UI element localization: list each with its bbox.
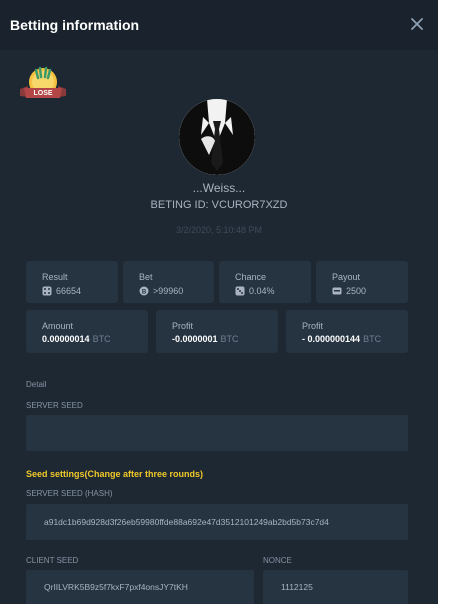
chance-value: 0.04% <box>249 286 275 296</box>
server-seed-hash-value: a91dc1b69d928d3f26eb59980ffde88a692e47d3… <box>44 517 329 527</box>
suit-avatar-icon <box>179 99 255 175</box>
amount-card: Amount 0.00000014 BTC <box>26 310 148 353</box>
nonce-field[interactable]: 1112125 <box>263 570 408 604</box>
bet-value: >99960 <box>153 286 184 296</box>
svg-text:B: B <box>142 290 147 296</box>
betting-info-modal: Betting information LOSE ...Weiss... BET… <box>0 0 438 604</box>
bet-value-row: B >99960 <box>139 286 183 296</box>
bet-label: Bet <box>139 272 153 282</box>
server-seed-field[interactable] <box>26 415 408 451</box>
server-seed-hash-field[interactable]: a91dc1b69d928d3f26eb59980ffde88a692e47d3… <box>26 504 408 540</box>
detail-label: Detail <box>26 380 47 389</box>
bet-timestamp: 3/2/2020, 5:10:48 PM <box>175 225 263 235</box>
coin-icon: B <box>139 286 149 296</box>
profit-value-row: -0.0000001 BTC <box>172 334 239 344</box>
payout-label: Payout <box>332 272 361 282</box>
result-label: Result <box>42 272 68 282</box>
client-seed-label: CLIENT SEED <box>26 556 79 565</box>
badge-label: LOSE <box>33 90 52 97</box>
amount-unit: BTC <box>92 334 111 344</box>
payout-value: 2500 <box>346 286 367 296</box>
client-seed-field[interactable]: QrIILVRK5B9z5f7kxF7pxf4onsJY7tKH <box>26 570 254 604</box>
page-margin-right <box>438 0 450 610</box>
nonce-label: NONCE <box>263 556 292 565</box>
profit-card: Profit -0.0000001 BTC <box>156 310 278 353</box>
result-value-row: 66654 <box>42 286 81 296</box>
chance-value-row: 0.04% <box>235 286 275 296</box>
modal-title: Betting information <box>10 17 140 33</box>
seed-settings-label: Seed settings(Change after three rounds) <box>26 469 204 479</box>
profit-total-value-row: - 0.000000144 BTC <box>302 334 381 344</box>
payout-icon <box>332 287 342 295</box>
modal-header: Betting information <box>0 0 438 50</box>
profit-value: -0.0000001 <box>172 334 218 344</box>
amount-value-row: 0.00000014 BTC <box>42 334 111 344</box>
dice-icon <box>42 286 52 296</box>
dice-icon <box>235 286 245 296</box>
profit-total-label: Profit <box>302 321 324 331</box>
chance-label: Chance <box>235 272 267 282</box>
lose-badge: LOSE <box>20 66 66 98</box>
profit-total-value: - 0.000000144 <box>302 334 361 344</box>
page-margin-bottom <box>0 604 450 610</box>
profit-total-unit: BTC <box>363 334 382 344</box>
result-card: Result 66654 <box>26 261 118 303</box>
chance-card: Chance 0.04% <box>219 261 311 303</box>
close-icon[interactable] <box>409 16 425 32</box>
server-seed-hash-label: SERVER SEED (HASH) <box>26 489 113 498</box>
profit-label: Profit <box>172 321 194 331</box>
profit-unit: BTC <box>220 334 239 344</box>
amount-label: Amount <box>42 321 74 331</box>
payout-value-row: 2500 <box>332 286 366 296</box>
client-seed-value: QrIILVRK5B9z5f7kxF7pxf4onsJY7tKH <box>44 582 188 592</box>
username: ...Weiss... <box>192 181 246 195</box>
nonce-value: 1112125 <box>281 582 313 592</box>
profit-total-card: Profit - 0.000000144 BTC <box>286 310 408 353</box>
betting-id: BETING ID: VCUROR7XZD <box>150 199 288 211</box>
payout-card: Payout 2500 <box>316 261 408 303</box>
server-seed-label: SERVER SEED <box>26 401 83 410</box>
result-value: 66654 <box>56 286 82 296</box>
amount-value: 0.00000014 <box>42 334 90 344</box>
avatar <box>179 99 255 175</box>
bet-card: Bet B >99960 <box>123 261 214 303</box>
